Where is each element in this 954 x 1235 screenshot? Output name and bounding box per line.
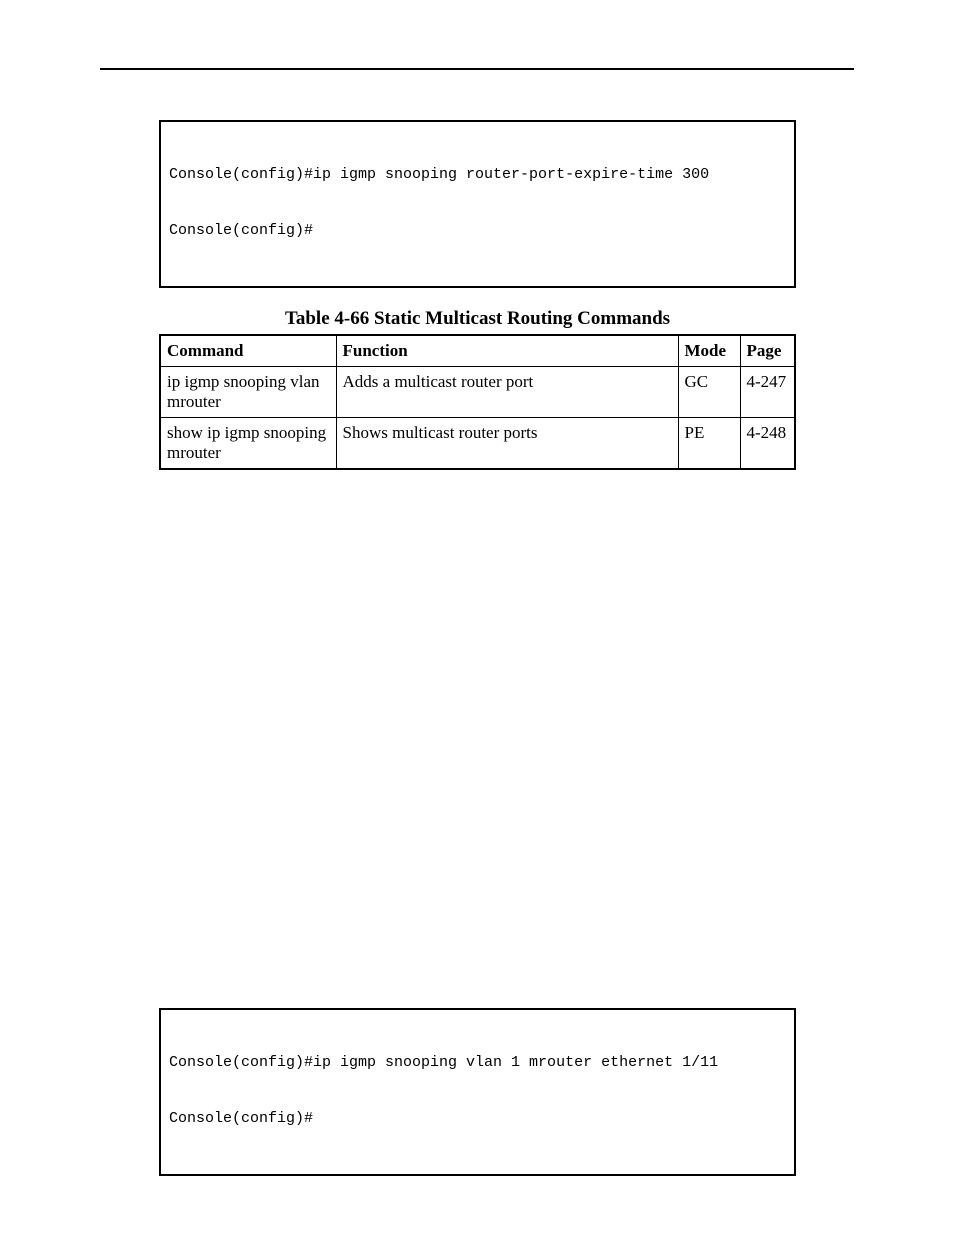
cell-page: 4-248 <box>740 418 795 470</box>
table-row: show ip igmp snooping mrouter Shows mult… <box>160 418 795 470</box>
table-caption: Table 4-66 Static Multicast Routing Comm… <box>159 308 796 330</box>
code-line: Console(config)#ip igmp snooping router-… <box>169 166 786 185</box>
th-command: Command <box>160 335 336 367</box>
table-row: ip igmp snooping vlan mrouter Adds a mul… <box>160 367 795 418</box>
console-example-1: Console(config)#ip igmp snooping router-… <box>159 120 796 288</box>
header-rule <box>100 68 854 70</box>
th-page: Page <box>740 335 795 367</box>
cell-mode: GC <box>678 367 740 418</box>
table-header-row: Command Function Mode Page <box>160 335 795 367</box>
console-example-2: Console(config)#ip igmp snooping vlan 1 … <box>159 1008 796 1176</box>
code-line: Console(config)#ip igmp snooping vlan 1 … <box>169 1054 786 1073</box>
cell-command: ip igmp snooping vlan mrouter <box>160 367 336 418</box>
cell-mode: PE <box>678 418 740 470</box>
cell-function: Shows multicast router ports <box>336 418 678 470</box>
code-line: Console(config)# <box>169 222 786 241</box>
cell-command: show ip igmp snooping mrouter <box>160 418 336 470</box>
code-line: Console(config)# <box>169 1110 786 1129</box>
th-mode: Mode <box>678 335 740 367</box>
table-4-66: Table 4-66 Static Multicast Routing Comm… <box>159 308 796 470</box>
commands-table: Command Function Mode Page ip igmp snoop… <box>159 334 796 470</box>
th-function: Function <box>336 335 678 367</box>
cell-page: 4-247 <box>740 367 795 418</box>
cell-function: Adds a multicast router port <box>336 367 678 418</box>
page: Console(config)#ip igmp snooping router-… <box>0 0 954 1235</box>
